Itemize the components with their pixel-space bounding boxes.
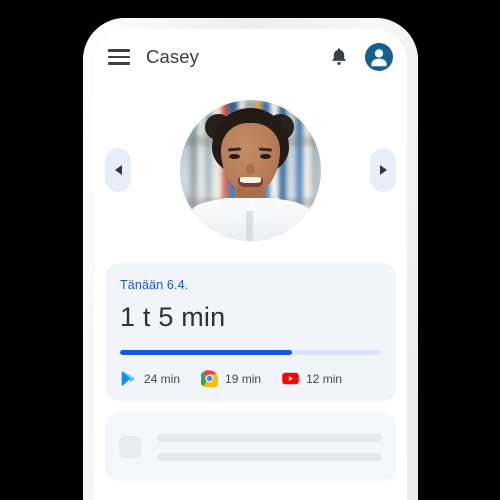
app-chip-chrome[interactable]: 19 min [201, 370, 261, 387]
loading-placeholder-card [105, 413, 396, 481]
profile-carousel [94, 85, 407, 255]
carousel-prev-button[interactable] [105, 148, 131, 192]
play-store-icon [121, 371, 135, 386]
placeholder-line [157, 433, 382, 442]
hamburger-menu-icon[interactable] [106, 44, 132, 70]
chrome-icon [201, 370, 219, 387]
chevron-left-icon [114, 165, 122, 175]
chevron-right-icon [379, 165, 387, 175]
screenshot-stage: Casey Tänään 6.4. 1 t 5 min 24 min 19 mi… [0, 0, 500, 500]
placeholder-lines [157, 433, 382, 461]
app-usage-time: 24 min [144, 371, 181, 386]
content-area: Tänään 6.4. 1 t 5 min 24 min 19 min 12 m… [94, 255, 407, 481]
child-profile-photo[interactable] [180, 99, 321, 241]
hamburger-line [108, 55, 130, 59]
app-usage-time: 12 min [306, 371, 343, 386]
app-usage-time: 19 min [225, 371, 262, 386]
app-chip-play-store[interactable]: 24 min [120, 370, 180, 387]
child-portrait [180, 100, 321, 241]
hamburger-line [108, 62, 130, 65]
progress-bar-fill [120, 350, 293, 355]
account-avatar-icon[interactable] [365, 43, 393, 71]
app-chip-youtube[interactable]: 12 min [282, 370, 342, 387]
page-title: Casey [146, 46, 199, 67]
youtube-icon [282, 372, 299, 385]
screen-time-progress-bar[interactable] [120, 350, 381, 355]
stats-date-label: Tänään 6.4. [120, 278, 189, 292]
screen-time-card[interactable]: Tänään 6.4. 1 t 5 min 24 min 19 min 12 m… [105, 263, 396, 401]
bell-icon[interactable] [327, 45, 351, 69]
app-bar: Casey [94, 29, 407, 85]
hamburger-line [108, 49, 130, 52]
carousel-next-button[interactable] [370, 148, 396, 192]
app-usage-row: 24 min 19 min 12 min [120, 370, 381, 387]
placeholder-thumbnail [119, 436, 141, 458]
phone-screen: Casey Tänään 6.4. 1 t 5 min 24 min 19 mi… [94, 29, 407, 500]
total-screen-time: 1 t 5 min [120, 302, 226, 332]
placeholder-line [157, 452, 382, 461]
